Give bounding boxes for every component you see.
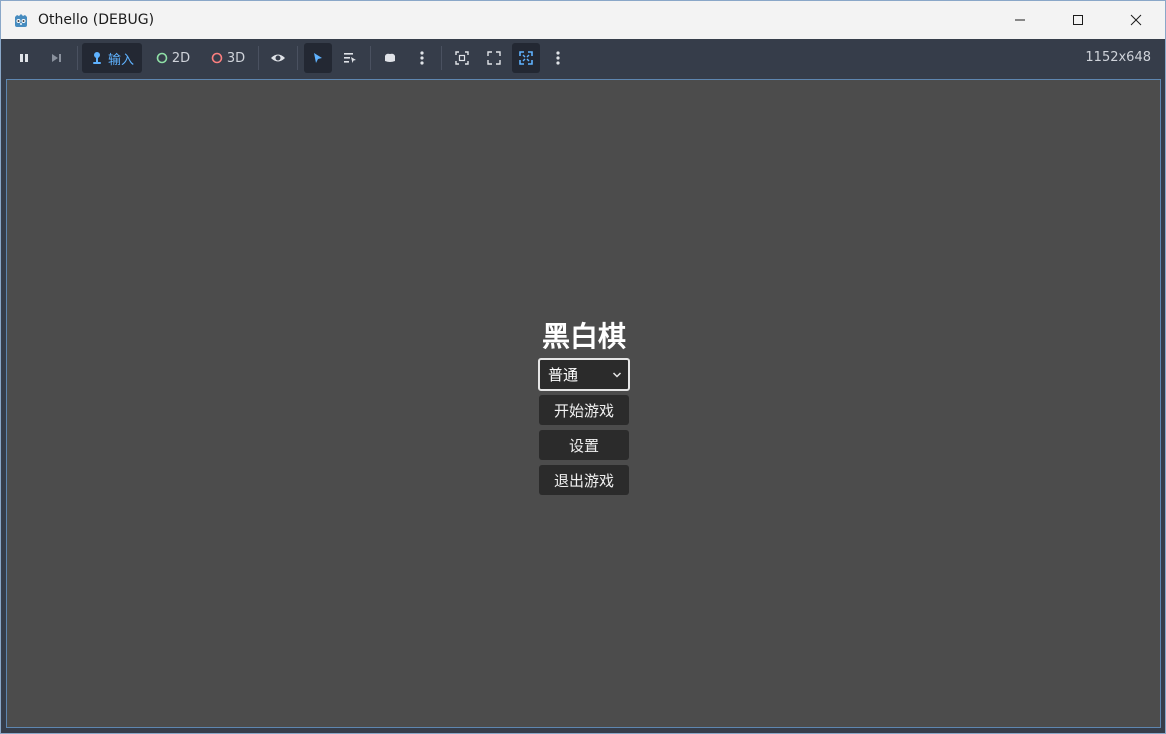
toolbar-separator [77,46,78,70]
circle-3d-icon [211,52,223,64]
focus-frame-icon [455,51,469,65]
kebab-menu-icon [556,51,560,65]
mode-2d-button[interactable]: 2D [150,43,196,73]
joystick-icon [92,52,101,64]
view-options-button[interactable] [547,43,569,73]
pause-button[interactable] [13,43,35,73]
pause-icon [20,54,28,62]
list-select-icon [344,53,356,63]
visibility-button[interactable] [266,43,290,73]
game-title: 黑白棋 [541,320,626,353]
input-toggle-button[interactable]: 输入 [82,43,142,73]
toolbar-separator [297,46,298,70]
camera-icon [385,53,395,62]
kebab-menu-icon [420,51,424,65]
window-title: Othello (DEBUG) [38,12,155,28]
cursor-arrow-icon [314,53,322,63]
fullscreen-toggle-button[interactable] [512,43,540,73]
close-button[interactable] [1107,1,1165,39]
step-forward-icon [52,54,61,62]
resolution-label: 1152x648 [1085,50,1151,65]
focus-button[interactable] [449,43,475,73]
quit-game-button[interactable]: 退出游戏 [539,465,629,495]
camera-override-button[interactable] [377,43,403,73]
list-select-button[interactable] [337,43,363,73]
mode-3d-label: 3D [226,50,246,66]
difficulty-dropdown[interactable]: 普通 [538,358,630,391]
window-controls [991,1,1165,39]
expand-icon [487,51,501,65]
godot-app-icon [15,14,27,27]
next-frame-button[interactable] [45,43,67,73]
eye-icon [271,54,285,62]
difficulty-selected-value: 普通 [548,366,579,384]
maximize-icon [1073,15,1083,25]
mode-3d-button[interactable]: 3D [204,43,252,73]
fullscreen-icon [519,51,533,65]
game-window: Othello (DEBUG) 输入 2D 3D 1152x648 黑白棋 普通… [0,0,1166,734]
close-icon [1130,14,1142,26]
minimize-icon [1015,19,1025,21]
debug-toolbar: 输入 2D 3D 1152x648 [1,39,1165,77]
circle-2d-icon [156,52,168,64]
chevron-down-icon [612,372,622,378]
mode-2d-label: 2D [171,50,191,66]
toolbar-separator [370,46,371,70]
maximize-button[interactable] [1049,1,1107,39]
fit-view-button[interactable] [481,43,507,73]
camera-options-button[interactable] [411,43,433,73]
title-bar: Othello (DEBUG) [1,1,1165,39]
start-game-button[interactable]: 开始游戏 [539,395,629,425]
minimize-button[interactable] [991,1,1049,39]
toolbar-separator [258,46,259,70]
input-toggle-label: 输入 [107,52,134,68]
settings-button[interactable]: 设置 [539,430,629,460]
select-tool-button[interactable] [304,43,332,73]
toolbar-separator [441,46,442,70]
